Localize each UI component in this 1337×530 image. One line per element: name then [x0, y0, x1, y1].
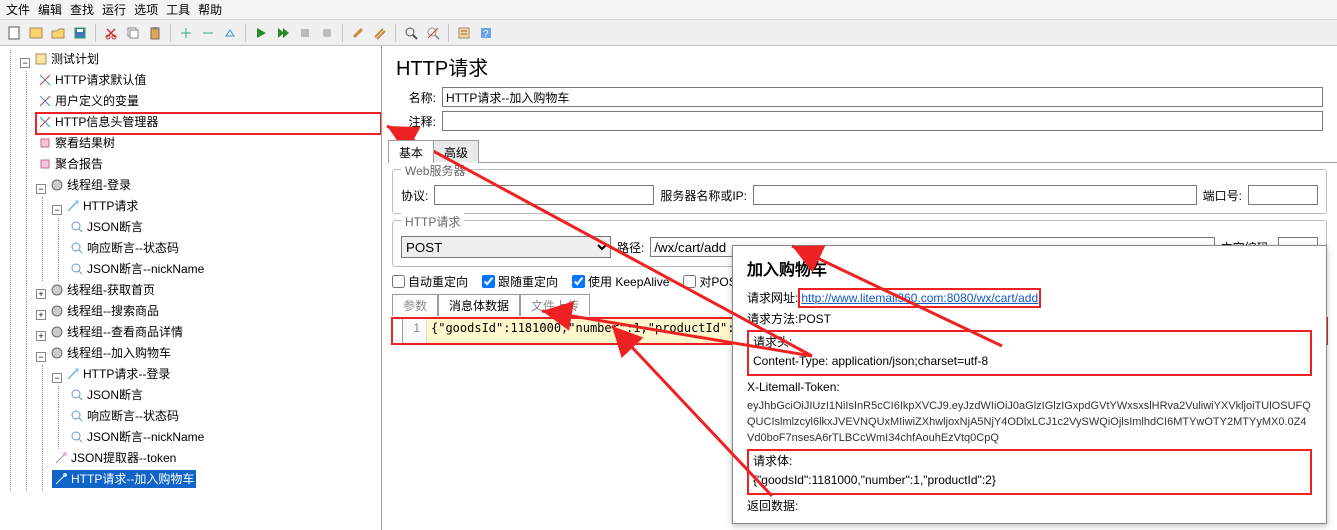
- menu-find[interactable]: 查找: [70, 1, 94, 18]
- tree-json-extractor[interactable]: JSON提取器--token: [52, 449, 178, 467]
- protocol-field[interactable]: [434, 185, 654, 205]
- clear-icon[interactable]: [348, 23, 368, 43]
- tree-json-assert[interactable]: JSON断言: [68, 218, 145, 236]
- card-token-label: X-Litemall-Token:: [747, 379, 1312, 395]
- templates-icon[interactable]: [26, 23, 46, 43]
- tree-cart-nick[interactable]: JSON断言--nickName: [68, 428, 206, 446]
- shutdown-icon[interactable]: [317, 23, 337, 43]
- toggle-icon[interactable]: −: [52, 373, 62, 383]
- tree-user-vars[interactable]: 用户定义的变量: [36, 92, 141, 110]
- run-nopause-icon[interactable]: [273, 23, 293, 43]
- menu-bar: 文件 编辑 查找 运行 选项 工具 帮助: [0, 0, 1337, 20]
- web-server-hd: Web服务器: [401, 162, 469, 179]
- server-field[interactable]: [753, 185, 1197, 205]
- subtab-params[interactable]: 参数: [392, 294, 438, 316]
- menu-file[interactable]: 文件: [6, 1, 30, 18]
- comment-field[interactable]: [442, 111, 1323, 131]
- card-content-type: Content-Type: application/json;charset=u…: [753, 353, 1306, 369]
- comment-label: 注释:: [396, 113, 436, 130]
- menu-run[interactable]: 运行: [102, 1, 126, 18]
- toggle-icon[interactable]: −: [36, 352, 46, 362]
- subtab-body[interactable]: 消息体数据: [438, 294, 520, 316]
- clear-all-icon[interactable]: [370, 23, 390, 43]
- search-icon[interactable]: [401, 23, 421, 43]
- toggle-icon[interactable]: −: [52, 205, 62, 215]
- info-card: 加入购物车 请求网址:http://www.litemall360.com:80…: [732, 245, 1327, 524]
- tree-tg-home[interactable]: 线程组-获取首页: [48, 281, 157, 299]
- new-icon[interactable]: [4, 23, 24, 43]
- web-server-section: Web服务器 协议: 服务器名称或IP: 端口号:: [392, 169, 1327, 214]
- tree-tg-search[interactable]: 线程组--搜索商品: [48, 302, 161, 320]
- tree-cart-resp[interactable]: 响应断言--状态码: [68, 407, 181, 425]
- save-icon[interactable]: [70, 23, 90, 43]
- paste-icon[interactable]: [145, 23, 165, 43]
- open-icon[interactable]: [48, 23, 68, 43]
- card-method-label: 请求方法:: [747, 312, 798, 326]
- tab-basic[interactable]: 基本: [388, 140, 434, 163]
- tree-results-tree[interactable]: 察看结果树: [36, 134, 117, 152]
- card-body-label: 请求体:: [753, 453, 1306, 469]
- panel-title: HTTP请求: [382, 46, 1337, 85]
- line-number: 1: [403, 319, 427, 343]
- menu-edit[interactable]: 编辑: [38, 1, 62, 18]
- chk-follow-redirect[interactable]: 跟随重定向: [482, 273, 558, 290]
- toggle-icon[interactable]: +: [36, 331, 46, 341]
- test-plan-tree[interactable]: −测试计划 HTTP请求默认值 用户定义的变量 HTTP信息头管理器 察看结果树…: [0, 46, 382, 530]
- http-req-hd: HTTP请求: [401, 213, 464, 230]
- tree-tg-login[interactable]: 线程组-登录: [48, 176, 133, 194]
- card-title: 加入购物车: [747, 256, 1312, 280]
- copy-icon[interactable]: [123, 23, 143, 43]
- toggle-icon[interactable]: [220, 23, 240, 43]
- menu-help[interactable]: 帮助: [198, 1, 222, 18]
- tab-advanced[interactable]: 高级: [433, 140, 479, 163]
- toggle-icon[interactable]: −: [36, 184, 46, 194]
- card-return-label: 返回数据:: [747, 498, 1312, 514]
- collapse-icon[interactable]: [198, 23, 218, 43]
- tree-http-defaults[interactable]: HTTP请求默认值: [36, 71, 148, 89]
- cut-icon[interactable]: [101, 23, 121, 43]
- card-method-value: POST: [798, 312, 831, 326]
- tree-cart-login[interactable]: HTTP请求--登录: [64, 365, 172, 383]
- func-helper-icon[interactable]: [454, 23, 474, 43]
- name-label: 名称:: [396, 89, 436, 106]
- tree-header-manager[interactable]: HTTP信息头管理器: [36, 113, 160, 131]
- card-token-value: eyJhbGciOiJIUzI1NiIsInR5cCI6IkpXVCJ9.eyJ…: [747, 398, 1312, 446]
- help-icon[interactable]: ?: [476, 23, 496, 43]
- card-url-label: 请求网址:: [747, 291, 798, 305]
- tree-cart-addreq[interactable]: HTTP请求--加入购物车: [52, 470, 196, 488]
- tree-aggregate[interactable]: 聚合报告: [36, 155, 105, 173]
- expand-icon[interactable]: [176, 23, 196, 43]
- card-body-value: {"goodsId":1181000,"number":1,"productId…: [753, 472, 1306, 488]
- chk-auto-redirect[interactable]: 自动重定向: [392, 273, 468, 290]
- toggle-icon[interactable]: +: [36, 289, 46, 299]
- server-label: 服务器名称或IP:: [660, 187, 747, 204]
- tree-cart-json1[interactable]: JSON断言: [68, 386, 145, 404]
- chk-keepalive[interactable]: 使用 KeepAlive: [572, 273, 669, 290]
- method-select[interactable]: POST: [401, 236, 611, 258]
- tree-root[interactable]: 测试计划: [32, 50, 101, 68]
- toggle-icon[interactable]: −: [20, 58, 30, 68]
- protocol-label: 协议:: [401, 187, 428, 204]
- tree-http-req-login[interactable]: HTTP请求: [64, 197, 140, 215]
- run-icon[interactable]: [251, 23, 271, 43]
- svg-text:?: ?: [483, 29, 489, 40]
- port-label: 端口号:: [1203, 187, 1242, 204]
- tree-tg-cart[interactable]: 线程组--加入购物车: [48, 344, 173, 362]
- toggle-icon[interactable]: +: [36, 310, 46, 320]
- port-field[interactable]: [1248, 185, 1318, 205]
- editor-pane: HTTP请求 名称: 注释: 基本 高级 Web服务器 协议: 服务器名称或IP…: [382, 46, 1337, 530]
- menu-tools[interactable]: 工具: [166, 1, 190, 18]
- tree-json-nick[interactable]: JSON断言--nickName: [68, 260, 206, 278]
- card-url-link[interactable]: http://www.litemall360.com:8080/wx/cart/…: [801, 291, 1038, 305]
- tree-tg-detail[interactable]: 线程组--查看商品详情: [48, 323, 185, 341]
- card-hd-label: 请求头:: [753, 334, 1306, 350]
- stop-icon[interactable]: [295, 23, 315, 43]
- subtab-file[interactable]: 文件上传: [520, 294, 590, 316]
- toolbar: ?: [0, 20, 1337, 46]
- path-label: 路径:: [617, 239, 644, 256]
- reset-search-icon[interactable]: [423, 23, 443, 43]
- name-field[interactable]: [442, 87, 1323, 107]
- menu-options[interactable]: 选项: [134, 1, 158, 18]
- tree-resp-assert[interactable]: 响应断言--状态码: [68, 239, 181, 257]
